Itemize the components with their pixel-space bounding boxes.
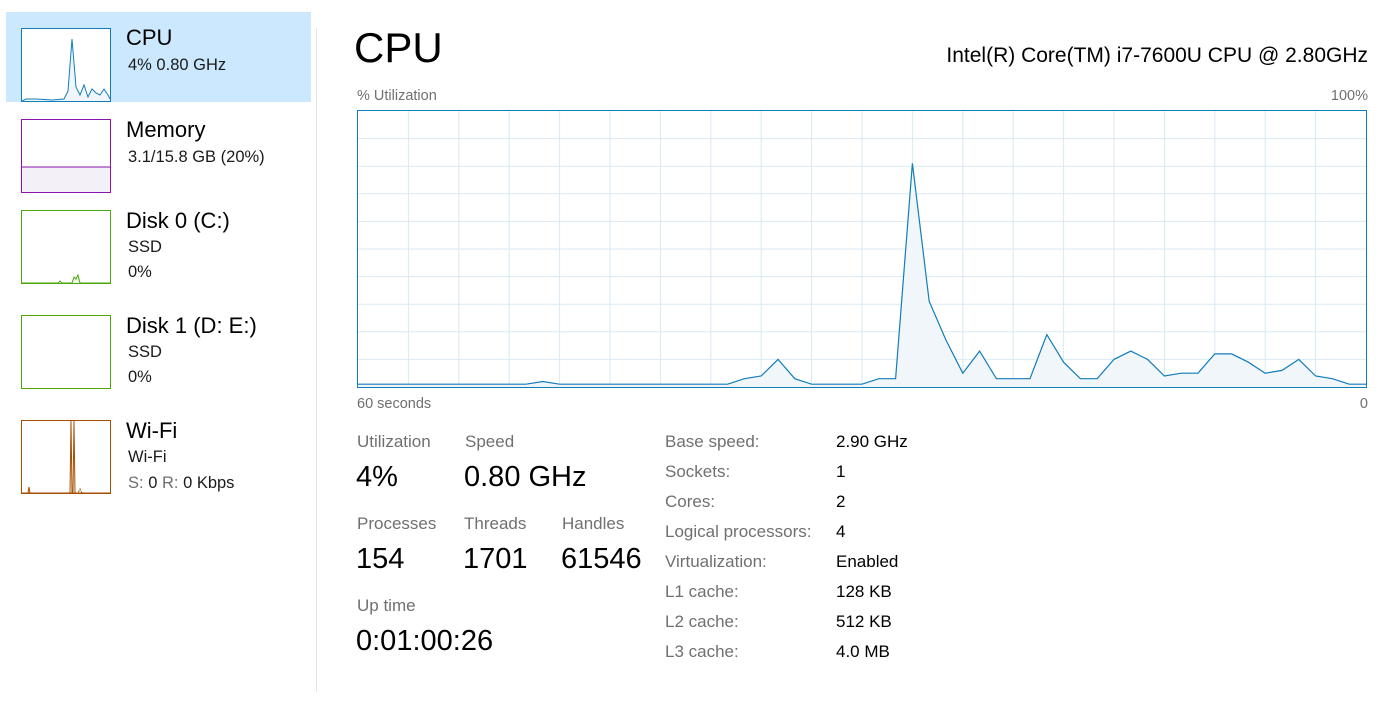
disk0-thumbnail-graph xyxy=(21,210,111,284)
sidebar-item-disk-1[interactable]: Disk 1 (D: E:) SSD 0% xyxy=(6,300,311,390)
disk1-thumbnail-graph xyxy=(21,315,111,389)
utilization-label: Utilization xyxy=(357,432,431,451)
sidebar-item-wifi-throughput: S: 0 R: 0 Kbps xyxy=(128,473,234,493)
wifi-thumbnail-graph xyxy=(21,420,111,494)
spec-cores-label: Cores: xyxy=(665,492,716,511)
wifi-receive-label: R: xyxy=(161,474,179,492)
speed-label: Speed xyxy=(465,432,515,451)
sidebar-item-cpu-title: CPU xyxy=(126,25,173,50)
graph-y-max-label: 100% xyxy=(1330,88,1368,104)
sidebar-item-disk1-type: SSD xyxy=(128,343,162,361)
spec-l1-cache-value: 128 KB xyxy=(836,582,892,601)
spec-cores-value: 2 xyxy=(836,492,846,511)
sidebar-item-cpu-status: 4% 0.80 GHz xyxy=(128,56,227,74)
sidebar-item-cpu[interactable]: CPU 4% 0.80 GHz xyxy=(6,12,311,102)
uptime-value: 0:01:00:26 xyxy=(356,625,494,657)
spec-l2-cache-value: 512 KB xyxy=(836,612,892,631)
page-title: CPU xyxy=(354,24,443,71)
wifi-send-value: 0 xyxy=(148,474,158,492)
sidebar-item-disk1-usage: 0% xyxy=(128,368,152,386)
handles-label: Handles xyxy=(562,514,625,533)
processes-label: Processes xyxy=(357,514,437,533)
cpu-thumbnail-graph xyxy=(21,28,111,102)
graph-x-min-label: 0 xyxy=(1359,396,1368,412)
spec-base-speed-label: Base speed: xyxy=(665,432,760,451)
sidebar-item-disk0-title: Disk 0 (C:) xyxy=(126,208,230,233)
spec-l3-cache-label: L3 cache: xyxy=(665,642,739,661)
cpu-model-name: Intel(R) Core(TM) i7-7600U CPU @ 2.80GHz xyxy=(946,44,1368,67)
utilization-value: 4% xyxy=(356,461,398,493)
speed-value: 0.80 GHz xyxy=(464,461,587,493)
threads-label: Threads xyxy=(464,514,527,533)
sidebar-item-wifi[interactable]: Wi-Fi Wi-Fi S: 0 R: 0 Kbps xyxy=(6,405,311,495)
wifi-send-label: S: xyxy=(128,474,144,492)
sidebar-item-memory-title: Memory xyxy=(126,117,206,142)
spec-logical-processors-value: 4 xyxy=(836,522,846,541)
spec-l3-cache-value: 4.0 MB xyxy=(836,642,890,661)
sidebar-item-memory-status: 3.1/15.8 GB (20%) xyxy=(128,148,265,166)
spec-virtualization-label: Virtualization: xyxy=(665,552,767,571)
sidebar-divider xyxy=(316,28,317,692)
sidebar-item-disk0-usage: 0% xyxy=(128,263,152,281)
spec-base-speed-value: 2.90 GHz xyxy=(836,432,908,451)
cpu-utilization-graph xyxy=(357,110,1367,388)
spec-l1-cache-label: L1 cache: xyxy=(665,582,739,601)
sidebar-item-disk0-type: SSD xyxy=(128,238,162,256)
sidebar-item-disk-0[interactable]: Disk 0 (C:) SSD 0% xyxy=(6,195,311,285)
sidebar: CPU 4% 0.80 GHz Memory 3.1/15.8 GB (20%)… xyxy=(0,0,316,703)
handles-value: 61546 xyxy=(561,543,642,575)
spec-sockets-label: Sockets: xyxy=(665,462,731,481)
sidebar-item-disk1-title: Disk 1 (D: E:) xyxy=(126,313,257,338)
sidebar-item-memory[interactable]: Memory 3.1/15.8 GB (20%) xyxy=(6,104,311,194)
graph-x-axis-label: 60 seconds xyxy=(357,396,432,412)
spec-virtualization-value: Enabled xyxy=(836,552,899,571)
processes-value: 154 xyxy=(356,543,405,575)
cpu-utilization-chart xyxy=(358,111,1366,387)
wifi-receive-value: 0 Kbps xyxy=(183,474,235,492)
spec-logical-processors-label: Logical processors: xyxy=(665,522,812,541)
uptime-label: Up time xyxy=(357,596,416,615)
memory-thumbnail-graph xyxy=(21,119,111,193)
graph-grid xyxy=(358,111,1366,387)
sidebar-item-wifi-title: Wi-Fi xyxy=(126,418,178,443)
spec-sockets-value: 1 xyxy=(836,462,846,481)
spec-l2-cache-label: L2 cache: xyxy=(665,612,739,631)
sidebar-item-wifi-name: Wi-Fi xyxy=(128,448,167,466)
graph-y-axis-label: % Utilization xyxy=(357,88,437,104)
threads-value: 1701 xyxy=(463,543,528,575)
